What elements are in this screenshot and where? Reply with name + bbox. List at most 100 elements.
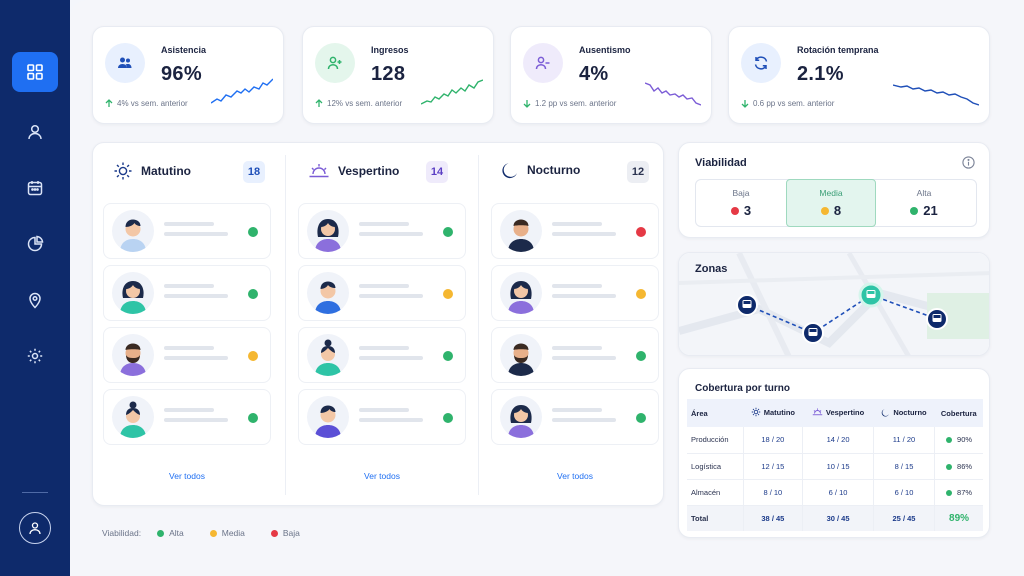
placeholder-line (164, 356, 228, 360)
kpi-icon (105, 43, 145, 83)
kpi-card-ingresos: Ingresos 128 12% vs sem. anterior (302, 26, 494, 124)
kpi-icon (315, 43, 355, 83)
refresh-icon (754, 56, 768, 70)
total-cell: 25 / 45 (872, 505, 935, 531)
viability-count: 21 (923, 203, 938, 218)
kpi-title: Rotación temprana (797, 45, 879, 55)
sparkline (421, 79, 483, 105)
employee-card[interactable] (298, 389, 466, 445)
panel-title: Cobertura por turno (695, 383, 790, 394)
pie-chart-icon (27, 235, 44, 252)
user-minus-icon (535, 56, 550, 70)
shift-cell: 8 / 10 (742, 479, 803, 506)
employee-card[interactable] (491, 327, 659, 383)
coverage-cell: 87% (934, 479, 983, 506)
see-all-link[interactable]: Ver todos (288, 471, 476, 481)
nav-locations[interactable] (12, 280, 58, 320)
grid-icon (27, 64, 43, 80)
users-icon (118, 57, 132, 68)
legend-label: Viabilidad: (102, 528, 142, 538)
viability-count: 8 (833, 203, 842, 218)
total-cell: 30 / 45 (802, 505, 874, 531)
avatar (112, 272, 154, 314)
bus-stop-marker-active (858, 282, 884, 308)
kpi-card-asistencia: Asistencia 96% 4% vs sem. anterior (92, 26, 284, 124)
shift-cell: 6 / 10 (872, 479, 935, 506)
profile-button[interactable] (19, 512, 51, 544)
status-dot (443, 351, 453, 361)
nav-reports[interactable] (12, 224, 58, 264)
viability-alta[interactable]: Alta 21 (879, 179, 969, 227)
employee-card[interactable] (491, 389, 659, 445)
shift-board: Matutino 18 Ver todos Vespertino 14 Ver … (92, 142, 664, 506)
legend-text: Alta (169, 528, 184, 538)
coverage-cell: 86% (934, 453, 983, 480)
status-dot (636, 413, 646, 423)
placeholder-line (164, 418, 228, 422)
employee-card[interactable] (103, 265, 271, 321)
info-icon[interactable] (962, 156, 975, 169)
area-cell: Logística (687, 453, 743, 480)
viability-value: 8 (820, 203, 842, 218)
nav-users[interactable] (12, 112, 58, 152)
kpi-card-rotacion: Rotación temprana 2.1% 0.6 pp vs sem. an… (728, 26, 990, 124)
placeholder-line (164, 284, 214, 288)
table-row: Producción 18 / 20 14 / 20 11 / 20 90% (687, 427, 983, 454)
viability-value: 3 (730, 203, 751, 218)
sidebar-divider (22, 492, 48, 493)
employee-card[interactable] (491, 203, 659, 259)
placeholder-line (552, 418, 616, 422)
placeholder-line (359, 232, 423, 236)
employee-card[interactable] (298, 265, 466, 321)
viability-baja[interactable]: Baja 3 (696, 179, 786, 227)
kpi-delta: 12% vs sem. anterior (315, 99, 402, 108)
coverage-value: 87% (957, 487, 973, 497)
sunset-icon (812, 408, 823, 416)
kpi-card-ausentismo: Ausentismo 4% 1.2 pp vs sem. anterior (510, 26, 712, 124)
avatar (112, 334, 154, 376)
viabilidad-panel: Viabilidad Baja 3 Media 8 Alta 21 (678, 142, 990, 238)
kpi-delta-text: 12% vs sem. anterior (327, 99, 403, 108)
avatar (307, 210, 349, 252)
viability-media[interactable]: Media 8 (786, 179, 876, 227)
see-all-link[interactable]: Ver todos (481, 471, 669, 481)
moon-icon (502, 163, 517, 179)
avatar (500, 334, 542, 376)
shift-cell: 6 / 10 (802, 479, 874, 506)
employee-card[interactable] (103, 327, 271, 383)
avatar (112, 396, 154, 438)
kpi-value: 96% (161, 63, 202, 85)
avatar (307, 396, 349, 438)
shift-header: Nocturno (501, 161, 580, 179)
column-header-label: Nocturno (893, 407, 927, 417)
status-dot (946, 489, 953, 496)
nav-calendar[interactable] (12, 168, 58, 208)
nav-settings[interactable] (12, 336, 58, 376)
placeholder-line (164, 294, 228, 298)
shift-cell: 12 / 15 (742, 453, 803, 480)
coverage-panel: Cobertura por turno Área Matutino Vesper… (678, 368, 990, 538)
shift-name: Matutino (141, 164, 191, 178)
viability-legend: Viabilidad: Alta Media Baja (102, 528, 316, 538)
employee-card[interactable] (491, 265, 659, 321)
kpi-delta: 0.6 pp vs sem. anterior (741, 99, 834, 108)
calendar-icon (27, 181, 43, 196)
moon-icon (882, 408, 890, 417)
kpi-value: 4% (579, 63, 609, 85)
nav-dashboard[interactable] (12, 52, 58, 92)
arrow-up-icon (105, 99, 113, 107)
see-all-link[interactable]: Ver todos (93, 471, 281, 481)
employee-card[interactable] (103, 389, 271, 445)
placeholder-line (359, 294, 423, 298)
employee-card[interactable] (103, 203, 271, 259)
table-row: Almacén 8 / 10 6 / 10 6 / 10 87% (687, 479, 983, 506)
kpi-title: Asistencia (161, 45, 207, 55)
employee-card[interactable] (298, 327, 466, 383)
table-row: Logística 12 / 15 10 / 15 8 / 15 86% (687, 453, 983, 480)
column-header: Matutino (743, 399, 803, 427)
kpi-delta: 1.2 pp vs sem. anterior (523, 99, 616, 108)
sunset-icon (309, 164, 329, 178)
shift-count-badge: 14 (426, 161, 448, 183)
area-cell: Almacén (687, 479, 743, 506)
employee-card[interactable] (298, 203, 466, 259)
